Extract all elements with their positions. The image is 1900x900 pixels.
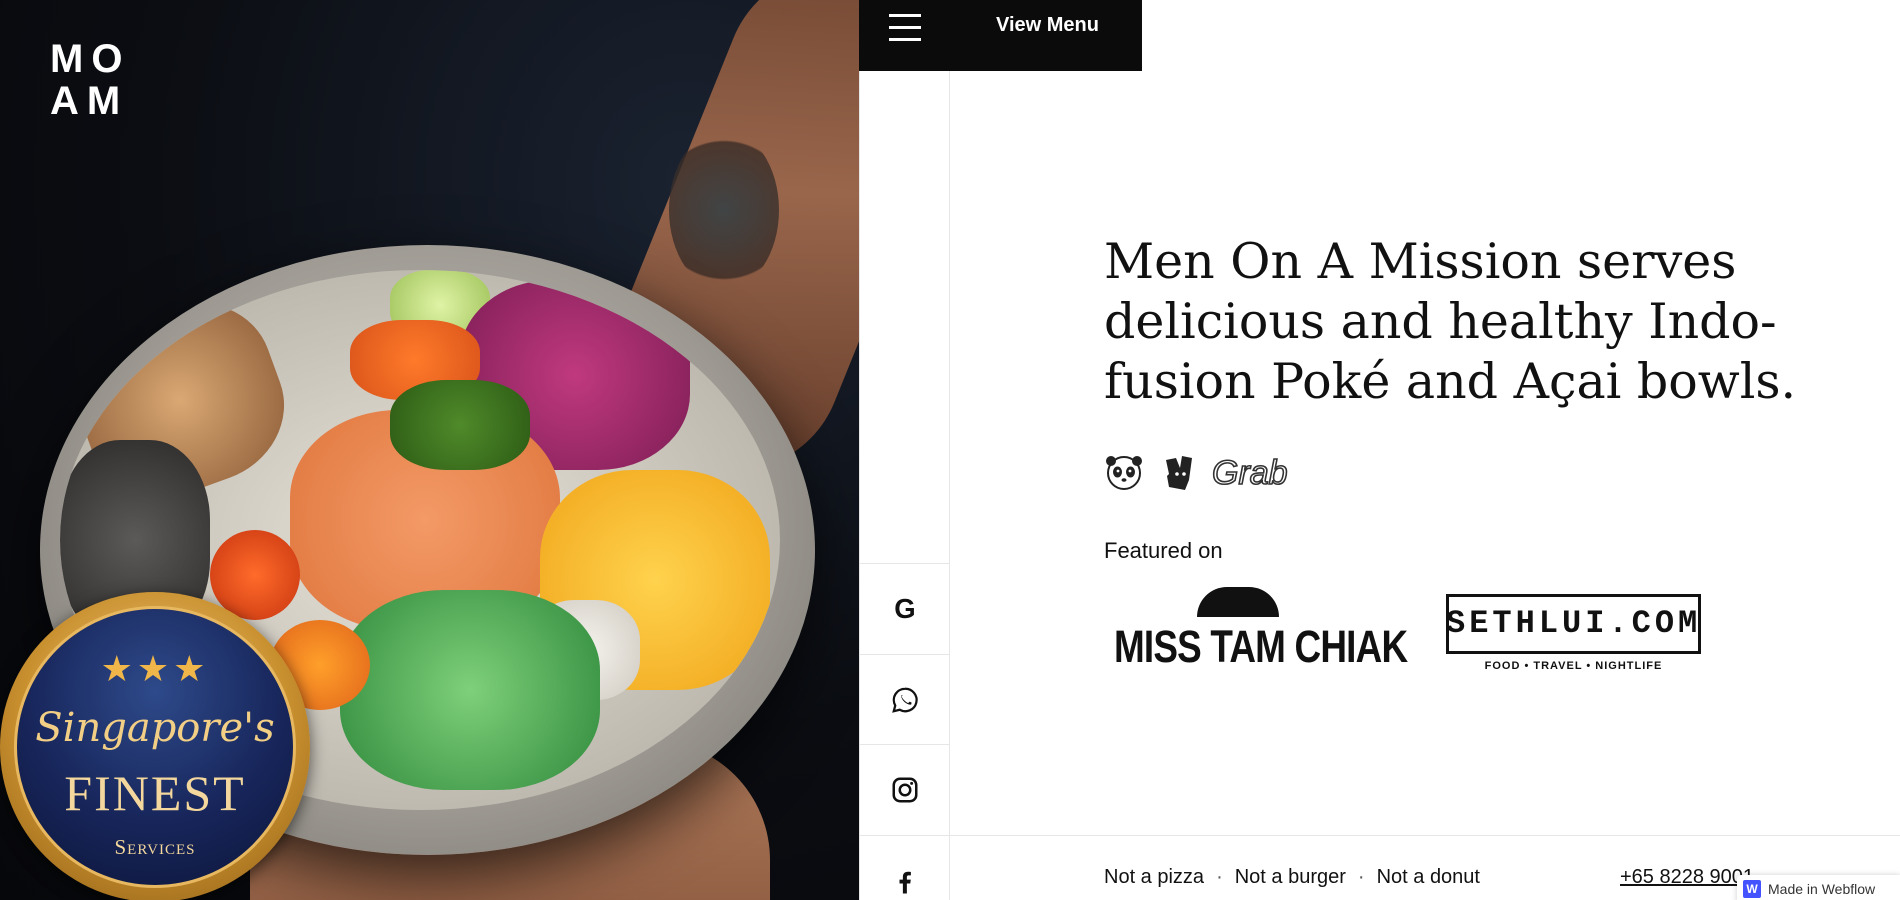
cucumber-cubes	[340, 590, 600, 790]
badge-stars-icon: ★★★	[100, 649, 210, 690]
badge-script-text: Singapore's	[35, 705, 275, 751]
site-logo[interactable]: MO AM	[50, 38, 140, 122]
view-menu-button[interactable]: View Menu	[996, 14, 1099, 37]
phone-link[interactable]: +65 8228 9001	[1620, 866, 1754, 889]
footer-divider	[950, 835, 1900, 836]
top-menu-bar: View Menu	[859, 0, 1142, 71]
tattoo-shape	[669, 130, 779, 290]
sethlui-tagline: FOOD • TRAVEL • NIGHTLIFE	[1484, 660, 1663, 672]
sethlui-wordmark: SETHLUI.COM	[1446, 605, 1702, 642]
cherry-tomato	[210, 530, 300, 620]
not-item: Not a donut	[1376, 866, 1480, 888]
separator-dot: ·	[1357, 866, 1365, 888]
webflow-icon: W	[1743, 880, 1761, 898]
sethlui-logo[interactable]: SETHLUI.COM FOOD • TRAVEL • NIGHTLIFE	[1446, 594, 1701, 672]
google-icon[interactable]: G	[860, 563, 950, 653]
facebook-icon[interactable]	[860, 835, 950, 900]
delivery-partners: Grab	[1104, 452, 1298, 492]
foodpanda-icon[interactable]	[1104, 452, 1144, 492]
grab-label: Grab	[1212, 454, 1288, 491]
hero-headline: Men On A Mission serves delicious and he…	[1104, 233, 1797, 410]
badge-title: FINEST	[64, 765, 246, 821]
fork-knife-icon	[1197, 587, 1279, 617]
badge-inner: ★★★ Singapore's FINEST Services	[14, 606, 296, 888]
miss-tam-chiak-wordmark: MISS TAM CHIAK	[1114, 621, 1408, 672]
made-in-webflow-badge[interactable]: W Made in Webflow	[1737, 875, 1900, 900]
not-item: Not a pizza	[1104, 866, 1205, 888]
svg-text:G: G	[894, 594, 915, 624]
instagram-icon[interactable]	[860, 744, 950, 834]
not-item: Not a burger	[1234, 866, 1346, 888]
webflow-label: Made in Webflow	[1768, 881, 1876, 897]
badge-subtitle: Services	[114, 835, 196, 859]
deliveroo-icon[interactable]	[1160, 454, 1196, 490]
featured-on-label: Featured on	[1104, 538, 1223, 563]
herbs	[390, 380, 530, 470]
singapores-finest-badge[interactable]: ★★★ Singapore's FINEST Services	[0, 592, 310, 900]
not-list: Not a pizza · Not a burger · Not a donut	[1104, 866, 1480, 889]
miss-tam-chiak-logo[interactable]: MISS TAM CHIAK	[1114, 587, 1408, 673]
separator-dot: ·	[1216, 866, 1223, 888]
logo-line: AM	[50, 79, 129, 123]
whatsapp-icon[interactable]	[860, 654, 950, 744]
logo-line: MO	[50, 37, 131, 81]
hamburger-icon[interactable]	[889, 14, 921, 42]
social-rail: G	[859, 71, 950, 900]
grab-icon[interactable]: Grab	[1212, 453, 1298, 491]
